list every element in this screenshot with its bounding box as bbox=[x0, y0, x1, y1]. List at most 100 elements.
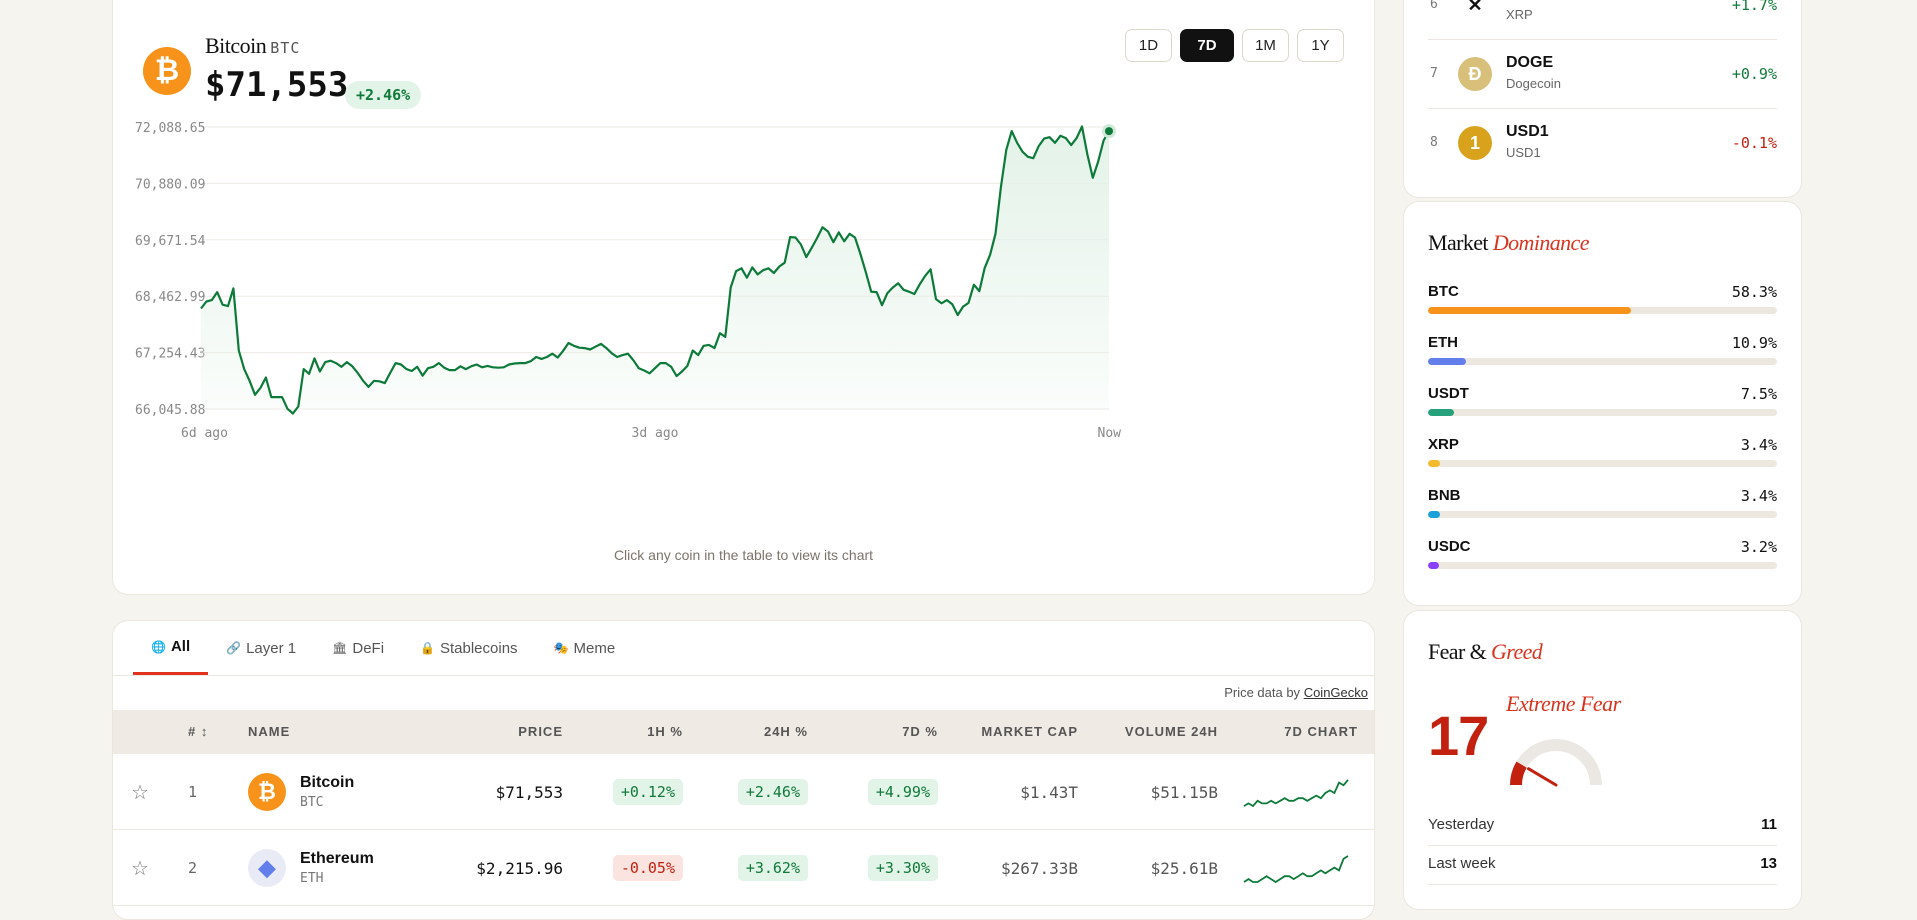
dominance-row-bnb: BNB 3.4% bbox=[1428, 487, 1777, 537]
column-header: 1H % bbox=[647, 724, 683, 739]
eth-logo-icon: ◆ bbox=[248, 849, 286, 887]
fear-greed-card: Fear & Greed 17 Extreme Fear Yesterday 11… bbox=[1403, 610, 1802, 910]
doge-logo-icon: Ð bbox=[1458, 57, 1492, 91]
dominance-symbol: BNB bbox=[1428, 487, 1461, 504]
tab-meme[interactable]: 🎭 Meme bbox=[536, 621, 634, 675]
sparkline-path bbox=[1243, 779, 1349, 808]
dominance-bar-track bbox=[1428, 562, 1777, 569]
tab-label: Stablecoins bbox=[439, 639, 518, 657]
h24-change-cell: +2.46% bbox=[698, 754, 808, 830]
change: -0.1% bbox=[1731, 134, 1777, 152]
h24-change: +2.46% bbox=[737, 779, 808, 805]
dominance-title-main: Market bbox=[1428, 230, 1489, 255]
dominance-row-eth: ETH 10.9% bbox=[1428, 334, 1777, 384]
dominance-bar-fill bbox=[1428, 409, 1455, 416]
price-source-label: Price data by bbox=[1224, 685, 1304, 700]
tab-label: Layer 1 bbox=[246, 639, 297, 657]
coingecko-link[interactable]: CoinGecko bbox=[1304, 685, 1368, 700]
tab-defi[interactable]: 🏛 DeFi bbox=[314, 621, 402, 675]
coin-table-card: 🌐 All 🔗 Layer 1 🏛 DeFi 🔒 Stablecoins 🎭 Meme Price… bbox=[112, 620, 1375, 920]
price-chart[interactable]: 72,088.65 70,880.09 69,671.54 68,462.99 67,2… bbox=[113, 111, 1376, 531]
d7-change: +3.30% bbox=[867, 855, 938, 881]
dominance-bar-track bbox=[1428, 460, 1777, 467]
coin-list-item[interactable]: 6 ✕ XRP XRP +1.7% bbox=[1428, 0, 1777, 40]
tab-label: All bbox=[170, 638, 191, 655]
dominance-bar-fill bbox=[1428, 511, 1440, 518]
dominance-symbol: USDT bbox=[1428, 385, 1469, 402]
tab-all[interactable]: 🌐 All bbox=[133, 621, 209, 675]
coin-symbol: ETH bbox=[300, 871, 324, 886]
dominance-bar-track bbox=[1428, 409, 1777, 416]
market-cap: $267.33B bbox=[1000, 858, 1078, 878]
tab-stablecoins[interactable]: 🔒 Stablecoins bbox=[402, 621, 536, 675]
dominance-percent: 3.4% bbox=[1740, 487, 1777, 505]
star-icon[interactable]: ☆ bbox=[131, 754, 149, 830]
dominance-percent: 3.4% bbox=[1740, 436, 1777, 454]
d7-change-cell: +4.99% bbox=[828, 754, 938, 830]
coin-title: Bitcoin BTC bbox=[205, 33, 300, 59]
top-coins-card: 6 ✕ XRP XRP +1.7% 7 Ð DOGE Dogecoin +0.9% 8 1 USD1 US… bbox=[1403, 0, 1802, 198]
dominance-bar-fill bbox=[1428, 562, 1440, 569]
coin-price: $71,553 bbox=[205, 65, 349, 105]
y-tick-label: 67,254.43 bbox=[135, 347, 205, 362]
dominance-symbol: BTC bbox=[1428, 283, 1459, 300]
range-button-1y[interactable]: 1Y bbox=[1297, 29, 1344, 62]
coin-symbol: DOGE bbox=[1506, 54, 1554, 71]
y-tick-label: 66,045.88 bbox=[135, 403, 205, 418]
tab-layer-1[interactable]: 🔗 Layer 1 bbox=[208, 621, 314, 675]
history-value: 11 bbox=[1761, 816, 1777, 833]
category-tabs: 🌐 All 🔗 Layer 1 🏛 DeFi 🔒 Stablecoins 🎭 Meme bbox=[133, 621, 633, 675]
star-icon[interactable]: ☆ bbox=[131, 830, 149, 906]
change: +0.9% bbox=[1731, 65, 1777, 83]
x-tick-label: Now bbox=[1098, 426, 1122, 441]
tabs-divider bbox=[113, 675, 1374, 676]
fear-greed-title-main: Fear & bbox=[1428, 639, 1487, 664]
usd1-logo-icon: 1 bbox=[1458, 126, 1492, 160]
coin-name: Ethereum bbox=[300, 850, 374, 867]
table-row[interactable]: ☆ 1 ₿ Bitcoin BTC $71,553 +0.12% +2.46% +4.99% $1… bbox=[113, 754, 1374, 830]
coin-name: USD1 bbox=[1506, 145, 1541, 160]
range-button-1d[interactable]: 1D bbox=[1125, 29, 1172, 62]
xrp-logo-icon: ✕ bbox=[1458, 0, 1492, 22]
bitcoin-logo-icon: ₿ bbox=[143, 47, 191, 95]
x-tick-label: 6d ago bbox=[181, 426, 228, 441]
coin-list-item[interactable]: 8 1 USD1 USD1 -0.1% bbox=[1428, 109, 1777, 177]
btc-logo-icon: ₿ bbox=[248, 773, 286, 811]
dominance-percent: 3.2% bbox=[1740, 538, 1777, 556]
price-chart-card: ₿ Bitcoin BTC $71,553 +2.46% 1D 7D 1M 1Y 72,… bbox=[112, 0, 1375, 595]
fear-greed-title: Fear & Greed bbox=[1428, 639, 1543, 665]
fear-greed-history-row: Yesterday 11 bbox=[1428, 808, 1777, 846]
coin-symbol: BTC bbox=[300, 795, 324, 810]
fear-greed-title-accent: Greed bbox=[1491, 639, 1543, 664]
table-header: # ↕ NAME PRICE 1H % 24H % 7D % MARKET CAP VOLUM… bbox=[113, 710, 1374, 754]
rank: 6 bbox=[1430, 0, 1438, 12]
price-source: Price data by CoinGecko bbox=[1224, 685, 1368, 700]
column-header: 7D % bbox=[902, 724, 938, 739]
h1-change-cell: +0.12% bbox=[583, 754, 683, 830]
volume-24h: $25.61B bbox=[1150, 858, 1218, 878]
dominance-percent: 10.9% bbox=[1731, 334, 1777, 352]
dominance-title-accent: Dominance bbox=[1492, 230, 1590, 255]
price-area bbox=[201, 126, 1109, 414]
change: +1.7% bbox=[1731, 0, 1777, 14]
sparkline-path bbox=[1243, 855, 1349, 884]
table-row[interactable]: ☆ 2 ◆ Ethereum ETH $2,215.96 -0.05% +3.62% +3.30… bbox=[113, 830, 1374, 906]
dominance-bar-fill bbox=[1428, 307, 1632, 314]
fear-greed-gauge bbox=[1510, 739, 1602, 787]
dominance-symbol: USDC bbox=[1428, 538, 1471, 555]
column-header[interactable]: # ↕ bbox=[188, 710, 228, 754]
range-button-1m[interactable]: 1M bbox=[1242, 29, 1289, 62]
dominance-row-usdc: USDC 3.2% bbox=[1428, 538, 1777, 588]
h24-change: +3.62% bbox=[737, 855, 808, 881]
coin-symbol: BTC bbox=[270, 39, 301, 57]
y-tick-label: 69,671.54 bbox=[135, 234, 206, 249]
dominance-percent: 7.5% bbox=[1740, 385, 1777, 403]
market-cap: $1.43T bbox=[1020, 782, 1078, 802]
range-button-7d[interactable]: 7D bbox=[1180, 29, 1234, 62]
dominance-bar-track bbox=[1428, 358, 1777, 365]
current-price-dot bbox=[1102, 124, 1116, 139]
sparkline-cell bbox=[1243, 754, 1349, 830]
coin-list-item[interactable]: 7 Ð DOGE Dogecoin +0.9% bbox=[1428, 40, 1777, 109]
y-tick-label: 72,088.65 bbox=[135, 121, 205, 136]
coin-name: Dogecoin bbox=[1506, 76, 1561, 91]
